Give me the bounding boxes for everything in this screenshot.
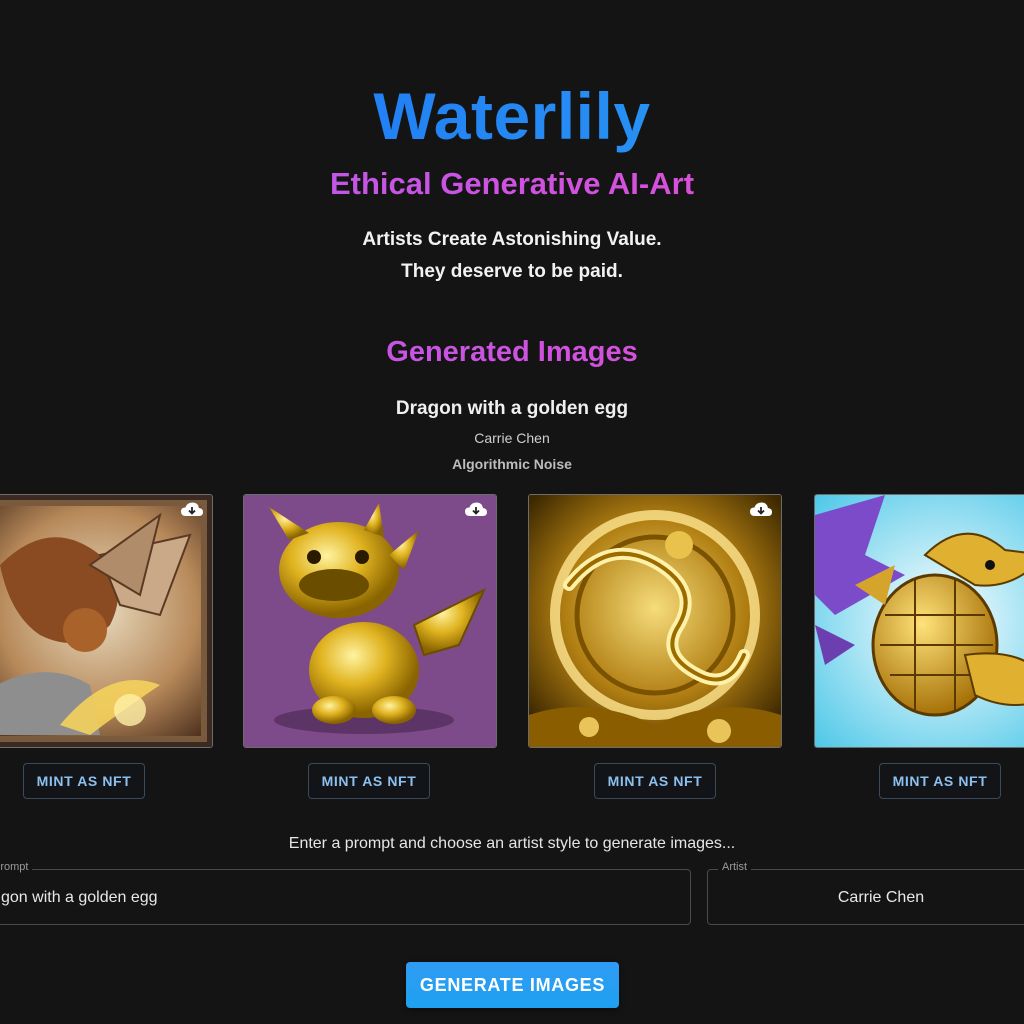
app-title: Waterlily bbox=[0, 78, 1024, 154]
generated-image-card-2[interactable] bbox=[243, 494, 497, 748]
generated-image-card-3[interactable] bbox=[528, 494, 782, 748]
artist-select-label: Artist bbox=[718, 861, 752, 873]
mint-nft-button-2[interactable]: MINT AS NFT bbox=[308, 763, 430, 799]
mint-nft-button-3[interactable]: MINT AS NFT bbox=[594, 763, 716, 799]
generated-prompt-text: Dragon with a golden egg bbox=[395, 398, 629, 419]
prompt-field-label: Prompt bbox=[0, 861, 33, 873]
intro-line-1: Artists Create Astonishing Value. bbox=[362, 229, 662, 250]
generated-image-card-4[interactable] bbox=[814, 494, 1024, 748]
dragon-artwork-image bbox=[529, 495, 781, 747]
dragon-artwork-image bbox=[0, 495, 212, 747]
generate-images-button[interactable]: GENERATE IMAGES bbox=[406, 962, 619, 1008]
generated-image-card-1[interactable] bbox=[0, 494, 213, 748]
prompt-field[interactable]: Prompt gon with a golden egg bbox=[0, 861, 691, 925]
tagline: Ethical Generative AI-Art bbox=[0, 166, 1024, 202]
artist-select-value[interactable]: Carrie Chen bbox=[708, 889, 1024, 907]
intro-line-2: They deserve to be paid. bbox=[401, 261, 623, 282]
cloud-download-icon[interactable] bbox=[180, 501, 204, 519]
generated-artist-name: Carrie Chen bbox=[474, 430, 550, 446]
prompt-field-value[interactable]: gon with a golden egg bbox=[1, 889, 158, 907]
generated-artist-style: Algorithmic Noise bbox=[452, 456, 572, 472]
cloud-download-icon[interactable] bbox=[464, 501, 488, 519]
mint-nft-button-4[interactable]: MINT AS NFT bbox=[879, 763, 1001, 799]
dragon-artwork-image bbox=[815, 495, 1024, 747]
cloud-download-icon[interactable] bbox=[749, 501, 773, 519]
dragon-artwork-image bbox=[244, 495, 496, 747]
section-title-generated-images: Generated Images bbox=[0, 336, 1024, 369]
artist-select[interactable]: Artist Carrie Chen bbox=[707, 861, 1024, 925]
mint-nft-button-1[interactable]: MINT AS NFT bbox=[23, 763, 145, 799]
waterlily-page: Waterlily Ethical Generative AI-Art Arti… bbox=[0, 0, 1024, 1024]
form-instructions: Enter a prompt and choose an artist styl… bbox=[288, 835, 736, 852]
